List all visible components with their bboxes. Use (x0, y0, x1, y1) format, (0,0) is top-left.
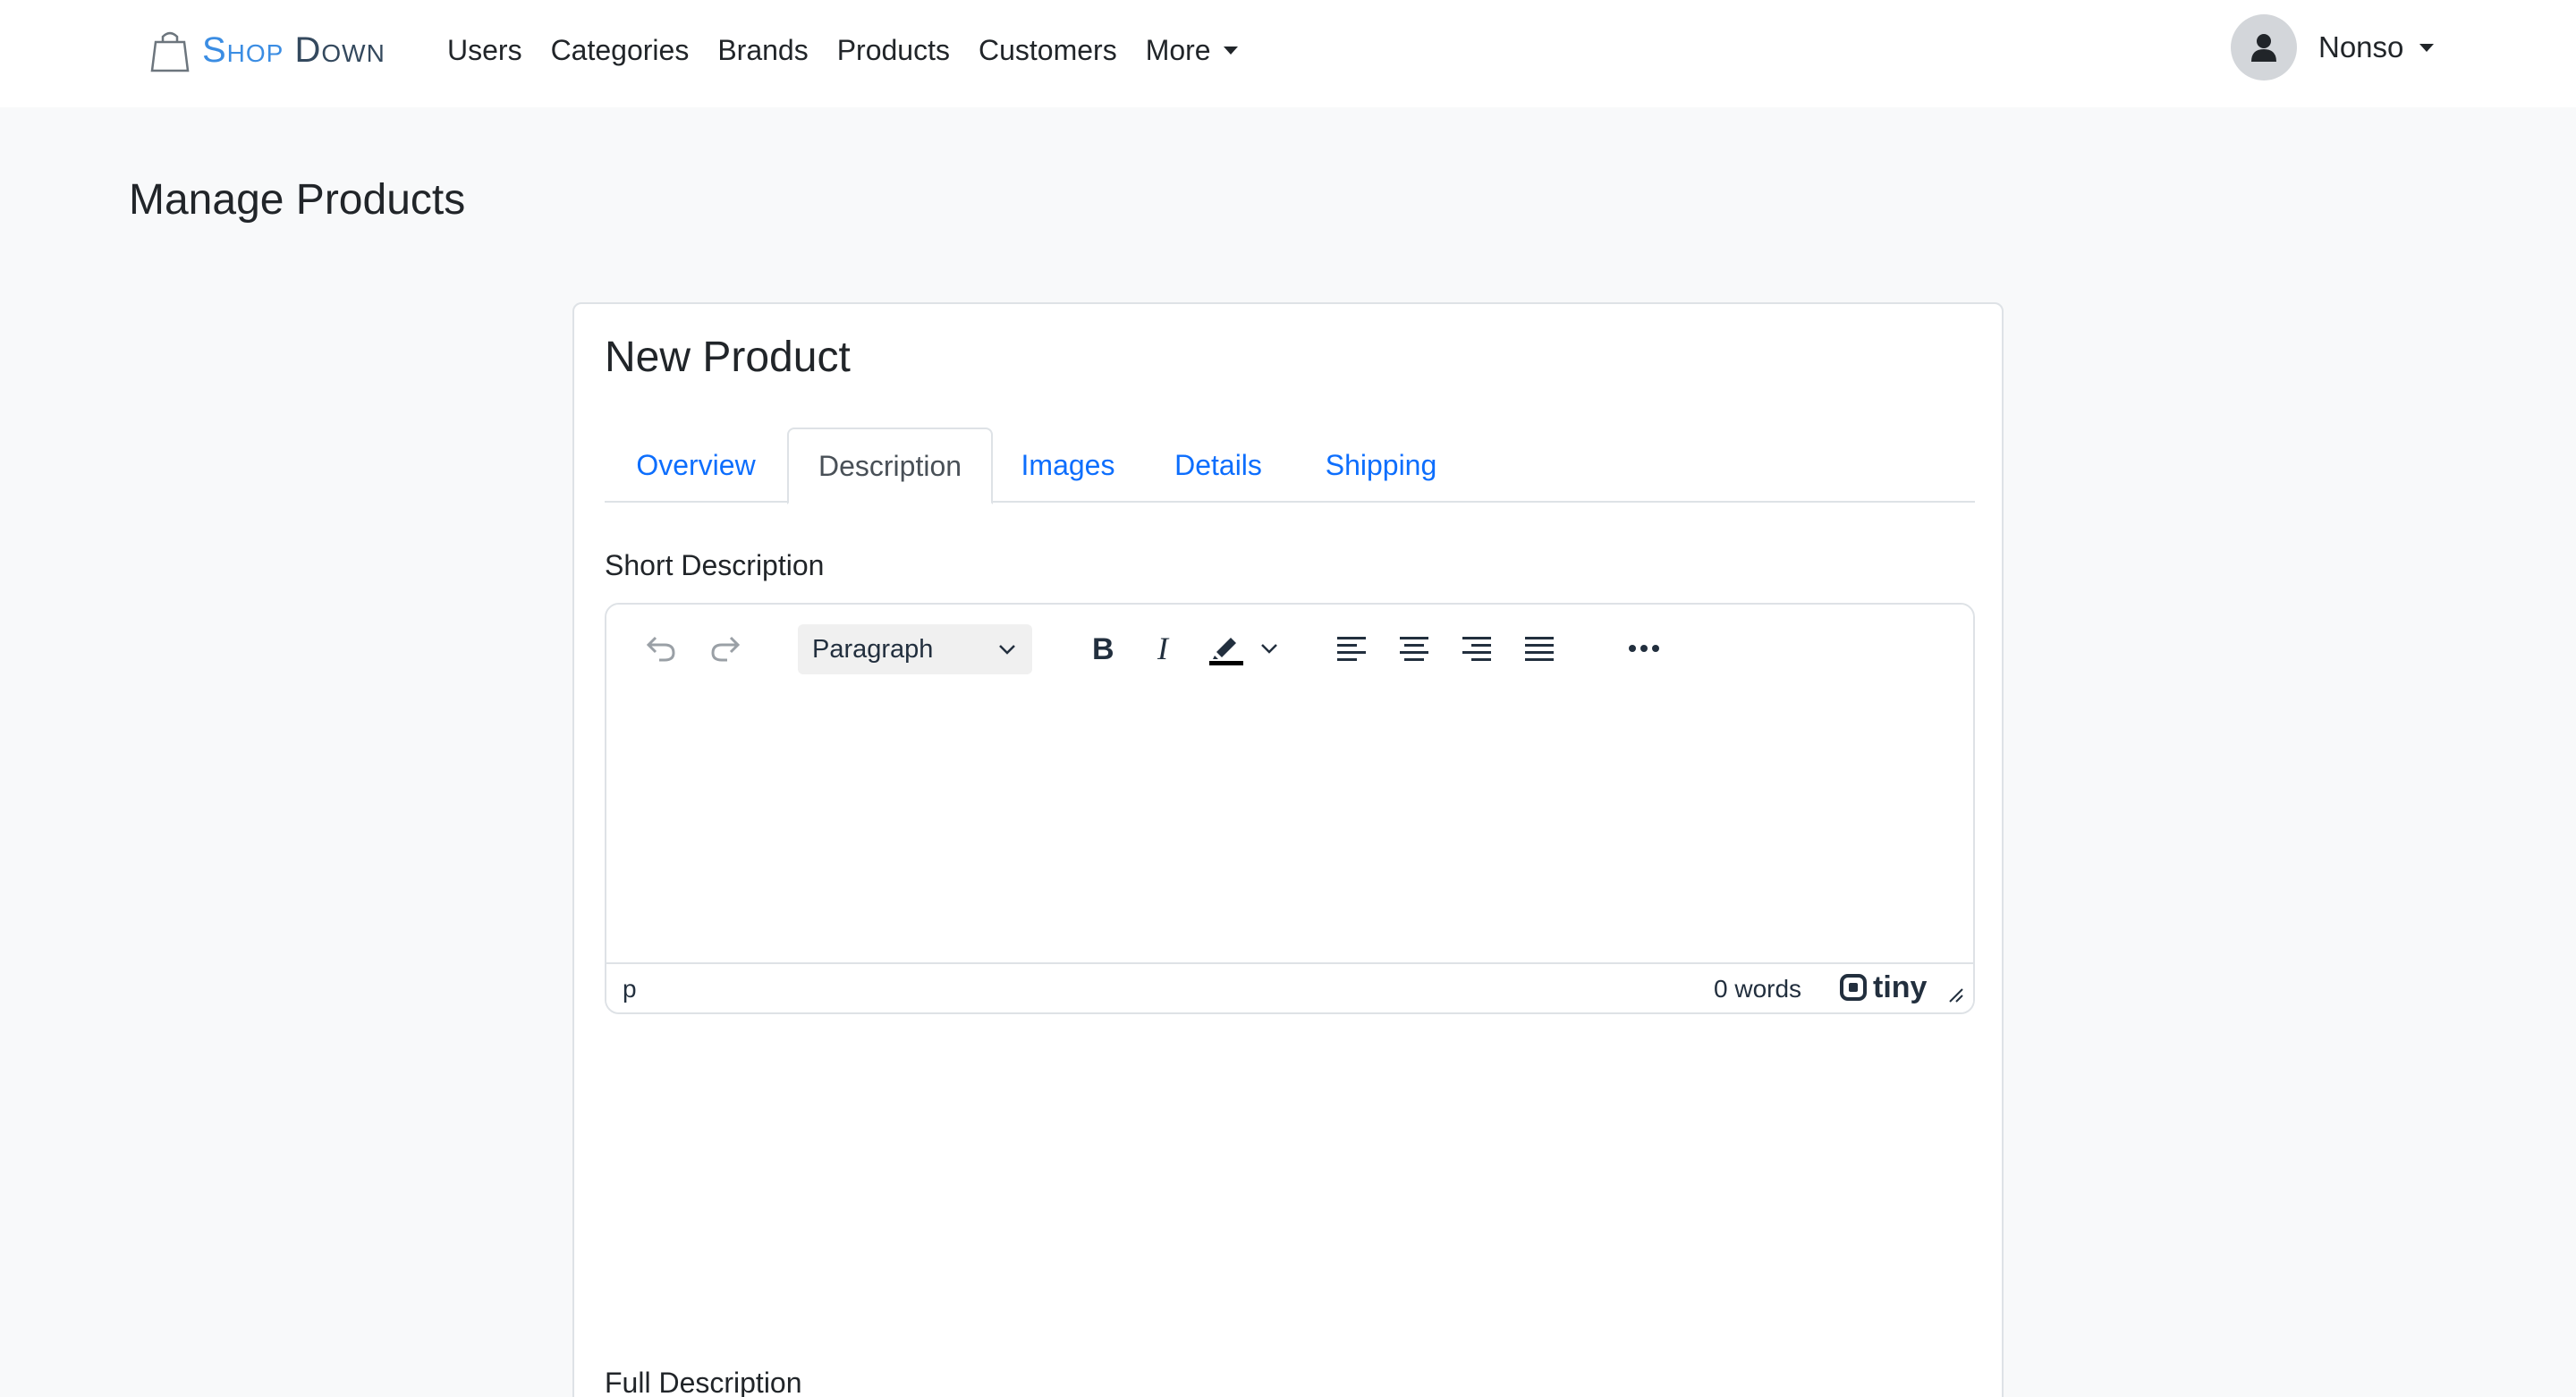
editor-toolbar: Paragraph B I (606, 605, 1973, 689)
product-form-card: New Product Overview Description Images … (572, 302, 2004, 1397)
bold-icon[interactable]: B (1079, 624, 1127, 673)
nav-link-categories[interactable]: Categories (551, 34, 690, 67)
top-navbar: Shop Down Users Categories Brands Produc… (0, 0, 2576, 107)
word-count[interactable]: 0 words (1714, 975, 1801, 1003)
tab-shipping[interactable]: Shipping (1293, 428, 1469, 503)
block-format-select[interactable]: Paragraph (798, 624, 1032, 674)
brand-name-part1: Shop (202, 30, 284, 70)
page-title: Manage Products (129, 176, 466, 224)
nav-link-users[interactable]: Users (447, 34, 522, 67)
nav-link-products[interactable]: Products (837, 34, 950, 67)
nav-more-dropdown[interactable]: More (1146, 34, 1238, 67)
user-name: Nonso (2318, 30, 2404, 64)
svg-text:B: B (1092, 634, 1114, 663)
tab-overview[interactable]: Overview (605, 428, 787, 503)
tiny-logo-icon (1840, 974, 1867, 1001)
more-icon[interactable] (1617, 624, 1671, 673)
brand-logo[interactable]: Shop Down (150, 25, 386, 75)
short-description-label: Short Description (605, 549, 825, 581)
redo-icon[interactable] (703, 624, 748, 673)
block-format-value: Paragraph (812, 634, 934, 664)
align-left-icon[interactable] (1327, 624, 1376, 673)
element-path[interactable]: p (623, 975, 637, 1003)
align-center-icon[interactable] (1390, 624, 1438, 673)
chevron-down-icon[interactable] (1254, 624, 1284, 673)
nav-link-customers[interactable]: Customers (979, 34, 1117, 67)
align-justify-icon[interactable] (1515, 624, 1563, 673)
caret-down-icon (2419, 43, 2435, 52)
short-description-editor: Paragraph B I p 0 words tiny (605, 603, 1975, 1014)
user-menu[interactable]: Nonso (2231, 14, 2435, 80)
avatar (2231, 14, 2297, 80)
align-right-icon[interactable] (1453, 624, 1501, 673)
form-tabs: Overview Description Images Details Ship… (605, 428, 1975, 504)
tab-description[interactable]: Description (787, 428, 993, 504)
svg-text:I: I (1157, 634, 1170, 663)
undo-icon[interactable] (639, 624, 683, 673)
resize-handle-icon[interactable] (1946, 986, 1964, 1003)
italic-icon[interactable]: I (1141, 624, 1190, 673)
nav-more-label: More (1145, 33, 1211, 66)
form-title: New Product (605, 334, 851, 381)
highlight-icon[interactable] (1200, 624, 1254, 673)
tiny-branding-link[interactable]: tiny (1839, 969, 1927, 1005)
editor-statusbar: p 0 words tiny (606, 962, 1973, 1012)
tab-images[interactable]: Images (993, 428, 1143, 503)
user-icon (2251, 34, 2276, 62)
tiny-branding-text: tiny (1873, 969, 1928, 1004)
nav-link-brands[interactable]: Brands (717, 34, 808, 67)
brand-name-part2: Down (294, 30, 386, 70)
shopping-bag-icon (150, 31, 190, 72)
editor-content-area[interactable] (606, 689, 1973, 966)
full-description-label: Full Description (605, 1367, 802, 1397)
caret-down-icon (1223, 46, 1238, 55)
main-nav: Users Categories Brands Products Custome… (447, 25, 1267, 75)
chevron-down-icon (999, 645, 1015, 655)
tab-details[interactable]: Details (1143, 428, 1293, 503)
